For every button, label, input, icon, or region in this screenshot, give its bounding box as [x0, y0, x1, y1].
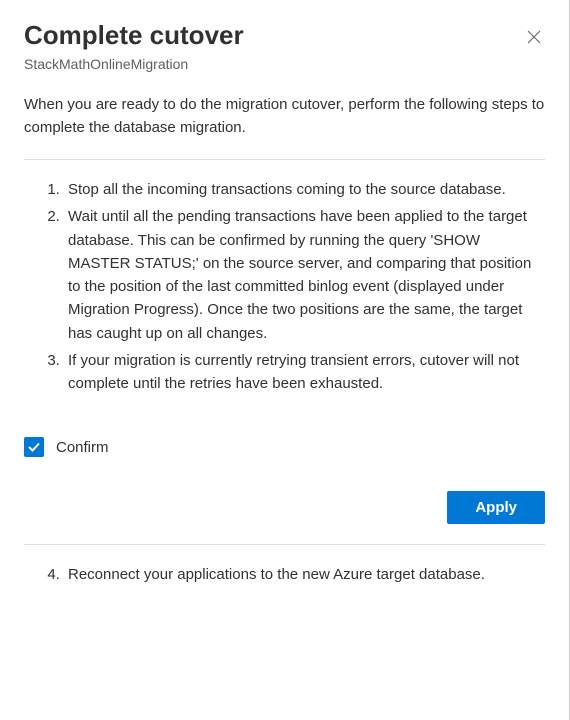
steps-list: Stop all the incoming transactions comin… — [24, 178, 545, 395]
panel-title: Complete cutover — [24, 20, 244, 51]
divider — [24, 544, 545, 545]
list-item: Wait until all the pending transactions … — [64, 205, 545, 345]
list-item: Stop all the incoming transactions comin… — [64, 178, 545, 201]
close-icon[interactable] — [523, 26, 545, 52]
confirm-row: Confirm — [24, 437, 545, 457]
confirm-label: Confirm — [56, 439, 109, 456]
list-item: Reconnect your applications to the new A… — [64, 563, 545, 586]
button-row: Apply — [24, 491, 545, 524]
intro-text: When you are ready to do the migration c… — [24, 94, 545, 139]
check-icon — [27, 440, 41, 454]
list-item: If your migration is currently retrying … — [64, 349, 545, 396]
apply-button[interactable]: Apply — [447, 491, 545, 524]
confirm-checkbox[interactable] — [24, 437, 44, 457]
panel-subtitle: StackMathOnlineMigration — [24, 56, 545, 72]
divider — [24, 159, 545, 160]
after-steps-list: Reconnect your applications to the new A… — [24, 563, 545, 586]
